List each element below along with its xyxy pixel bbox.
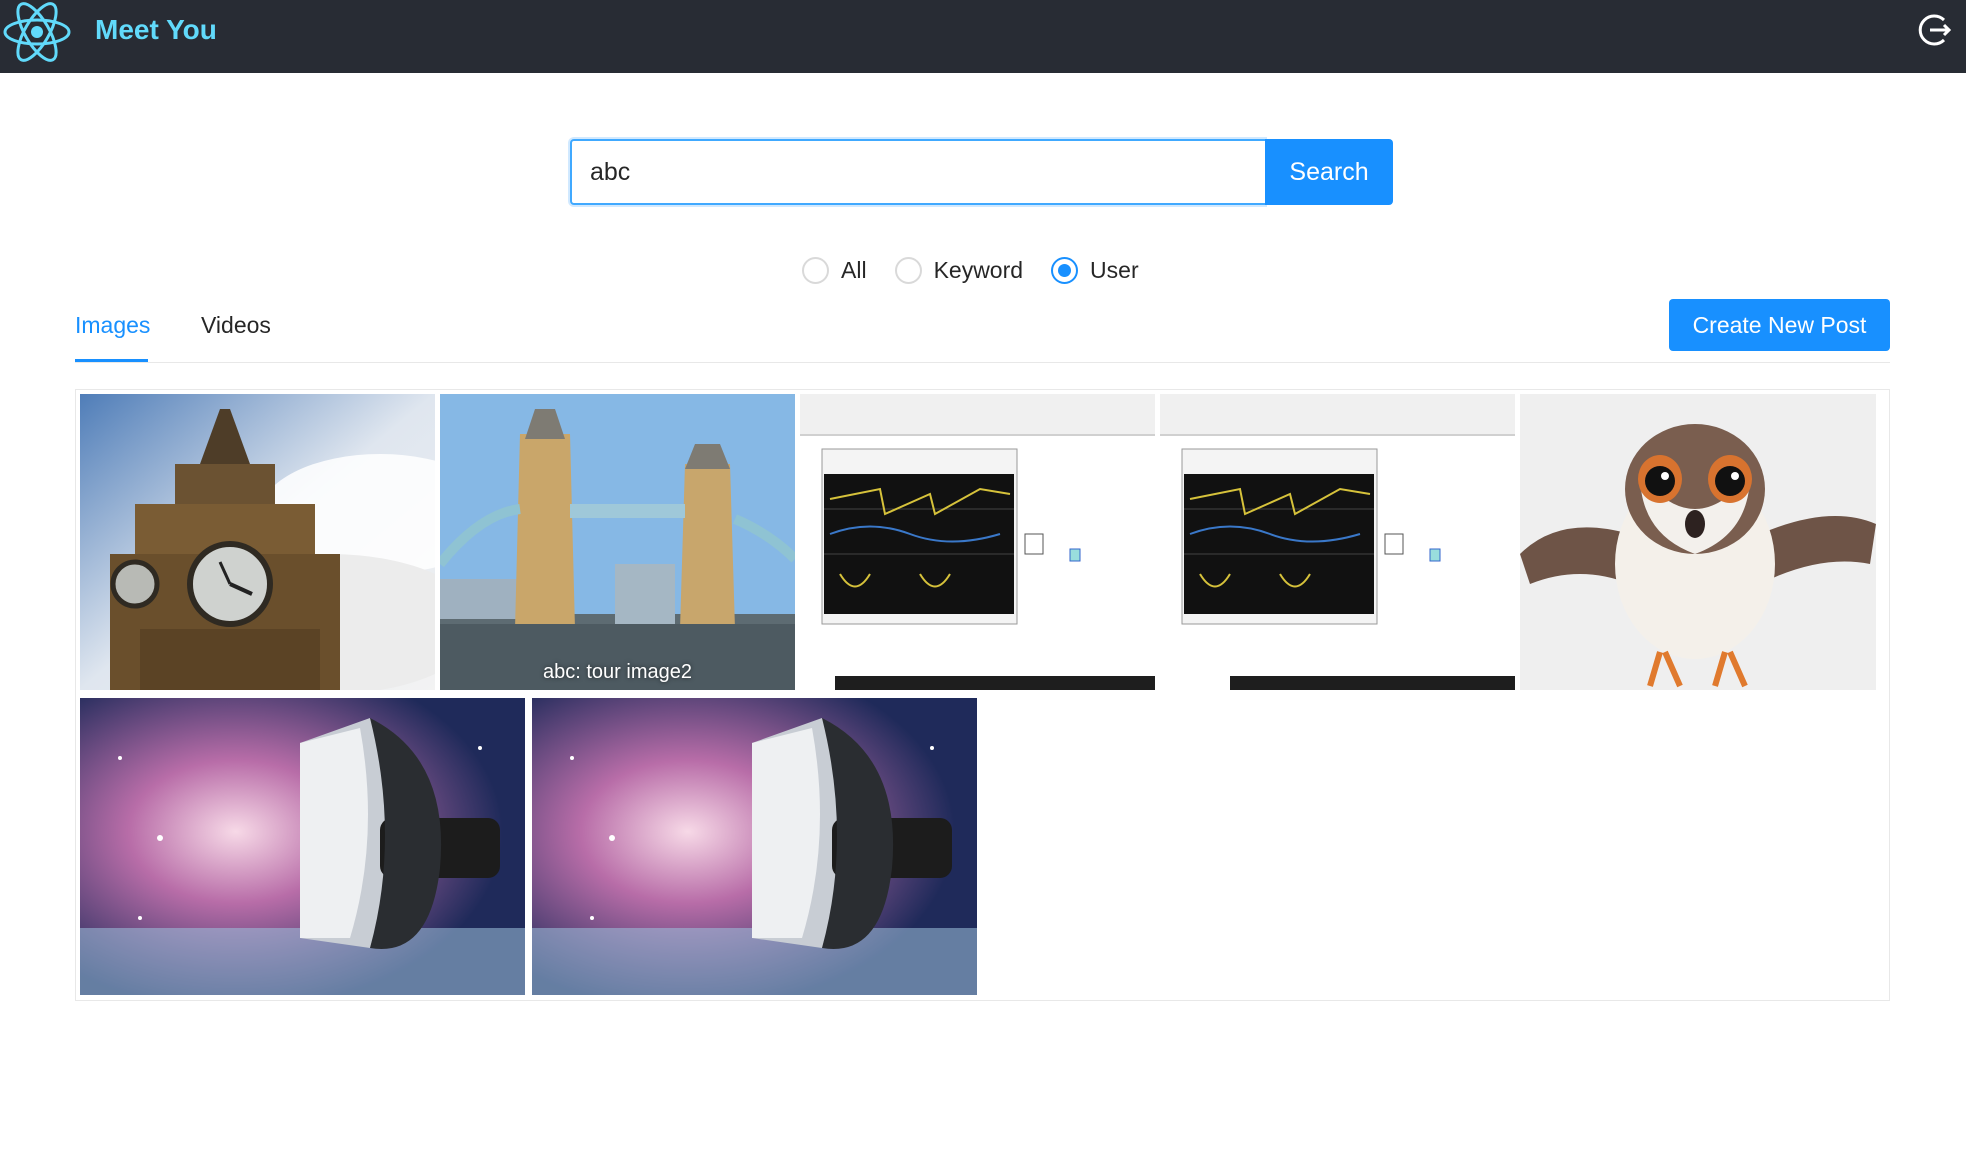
- gallery-image-vr-headset-2[interactable]: [532, 698, 977, 995]
- tab-images[interactable]: Images: [75, 312, 150, 339]
- tower-bridge-image: [440, 394, 795, 690]
- scope-screenshot-image: [800, 394, 1155, 690]
- search-bar: Search: [570, 139, 1393, 205]
- gallery-image-porg[interactable]: [1520, 394, 1876, 690]
- gallery-image-scope-screenshot-2[interactable]: [1160, 394, 1515, 690]
- search-type-radio-group: All Keyword User: [802, 253, 1167, 287]
- gallery-image-clock-tower[interactable]: [80, 394, 435, 690]
- logout-icon[interactable]: [1916, 11, 1954, 49]
- radio-all[interactable]: All: [802, 256, 867, 284]
- radio-label-all: All: [841, 256, 867, 283]
- tabs-bar: Images Videos: [75, 298, 1890, 363]
- radio-circle-all[interactable]: [802, 256, 829, 284]
- active-tab-indicator: [75, 359, 148, 362]
- gallery-image-scope-screenshot-1[interactable]: [800, 394, 1155, 690]
- clock-tower-image: [80, 394, 435, 690]
- tab-videos[interactable]: Videos: [201, 312, 271, 339]
- radio-label-keyword: Keyword: [933, 256, 1024, 283]
- image-caption: abc: tour image2: [543, 661, 692, 683]
- radio-circle-user[interactable]: [1051, 256, 1079, 284]
- create-new-post-button[interactable]: Create New Post: [1669, 299, 1890, 351]
- react-atom-icon: [3, 2, 71, 62]
- image-gallery: abc: tour image2: [75, 389, 1890, 1001]
- app-header: Meet You: [0, 0, 1966, 73]
- vr-headset-image: [532, 698, 977, 995]
- porg-image: [1520, 394, 1876, 690]
- scope-screenshot-image: [1160, 394, 1515, 690]
- gallery-image-vr-headset-1[interactable]: [80, 698, 525, 995]
- search-button[interactable]: Search: [1265, 139, 1393, 205]
- search-input[interactable]: [570, 139, 1265, 205]
- radio-keyword[interactable]: Keyword: [894, 256, 1024, 284]
- app-title: Meet You: [95, 14, 217, 45]
- radio-label-user: User: [1090, 256, 1139, 283]
- radio-user[interactable]: User: [1051, 256, 1139, 284]
- gallery-image-tower-bridge[interactable]: abc: tour image2: [440, 394, 795, 690]
- radio-circle-keyword[interactable]: [894, 256, 922, 284]
- vr-headset-image: [80, 698, 525, 995]
